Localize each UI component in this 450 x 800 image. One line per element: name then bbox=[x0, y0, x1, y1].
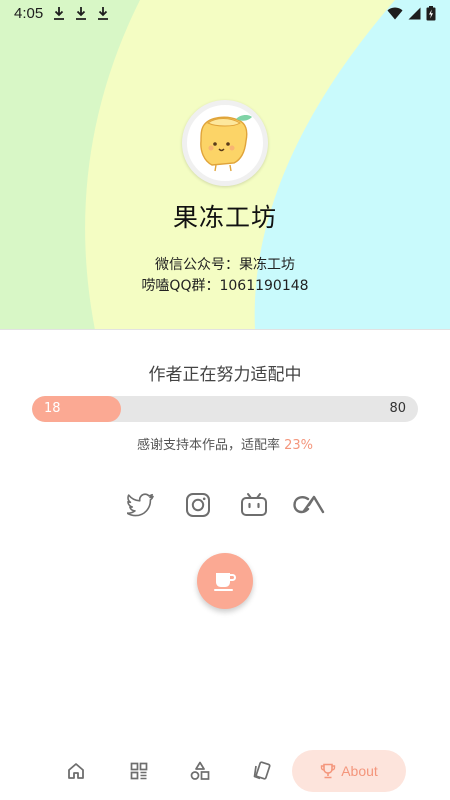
download-icon bbox=[98, 7, 109, 20]
battery-charging-icon bbox=[426, 5, 436, 20]
adaptation-progress-bar: 18 80 bbox=[32, 396, 418, 422]
instagram-icon[interactable] bbox=[183, 490, 213, 520]
trophy-icon bbox=[321, 763, 336, 779]
social-links bbox=[0, 490, 450, 522]
jelly-mascot-icon bbox=[200, 115, 252, 172]
avatar bbox=[182, 100, 268, 186]
grid-icon bbox=[130, 762, 148, 780]
nav-shapes[interactable] bbox=[180, 755, 220, 787]
nav-home[interactable] bbox=[56, 755, 96, 787]
bottom-navigation: About bbox=[0, 745, 450, 800]
qq-group: 唠嗑QQ群：1061190148 bbox=[141, 278, 309, 294]
app-title: 果冻工坊 bbox=[172, 203, 277, 232]
status-time: 4:05 bbox=[14, 4, 44, 22]
adaptation-title: 作者正在努力适配中 bbox=[148, 365, 302, 385]
twitter-icon[interactable] bbox=[126, 490, 156, 520]
nav-about[interactable]: About bbox=[292, 750, 406, 792]
download-icon bbox=[76, 7, 87, 20]
shapes-icon bbox=[190, 761, 210, 780]
status-bar: 4:05 bbox=[0, 0, 450, 26]
signal-icon bbox=[408, 7, 421, 19]
coffee-cup-icon bbox=[214, 573, 237, 591]
cards-icon bbox=[253, 761, 271, 780]
coolapk-icon[interactable] bbox=[292, 490, 326, 520]
bilibili-icon[interactable] bbox=[239, 490, 269, 520]
progress-min-label: 18 bbox=[44, 401, 61, 416]
adaptation-thanks: 感谢支持本作品，适配率 23% bbox=[0, 434, 450, 453]
progress-max-label: 80 bbox=[389, 401, 406, 416]
nav-grid[interactable] bbox=[119, 755, 159, 787]
nav-about-label: About bbox=[341, 763, 378, 779]
download-icon bbox=[54, 7, 65, 20]
home-icon bbox=[68, 763, 84, 779]
profile-header: 4:05 果冻工坊 微信公众号：果冻工坊 唠嗑QQ群：1061190148 bbox=[0, 0, 450, 330]
adaptation-percent: 23% bbox=[284, 438, 314, 453]
wechat-account: 微信公众号：果冻工坊 bbox=[155, 257, 295, 273]
thanks-text: 感谢支持本作品，适配率 bbox=[136, 438, 280, 453]
nav-cards[interactable] bbox=[242, 755, 282, 787]
donate-coffee-button[interactable] bbox=[197, 553, 253, 609]
wifi-icon bbox=[387, 7, 403, 19]
